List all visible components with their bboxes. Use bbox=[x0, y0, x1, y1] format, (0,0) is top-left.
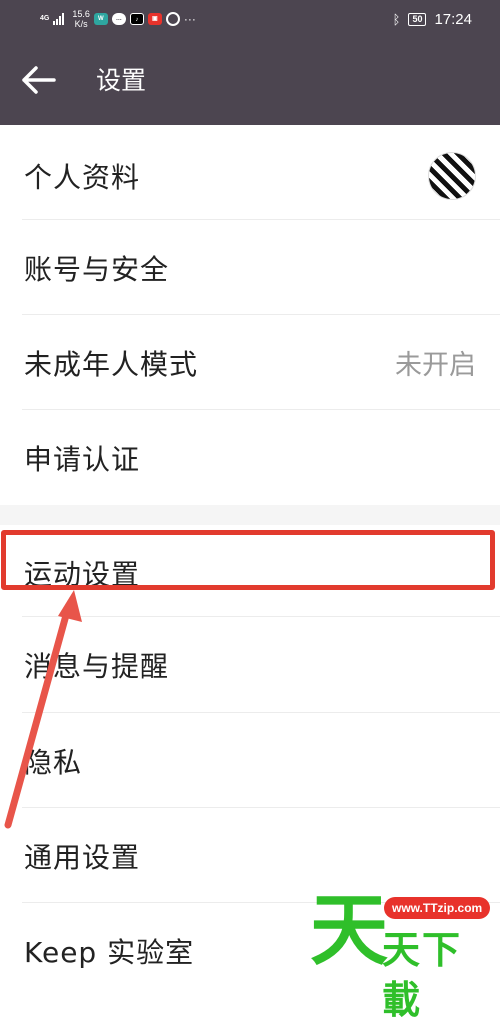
red-app-icon: ▣ bbox=[147, 13, 162, 25]
settings-item-label: 账号与安全 bbox=[24, 252, 170, 286]
title-bar: 设置 bbox=[0, 38, 500, 125]
highlight-box bbox=[1, 530, 495, 590]
watermark-big-char: 天 bbox=[310, 886, 389, 976]
minor-mode-status: 未开启 bbox=[395, 350, 476, 381]
section-gap bbox=[0, 505, 500, 525]
bluetooth-icon: ᛒ bbox=[392, 11, 401, 27]
tiktok-icon: ♪ bbox=[129, 13, 144, 25]
settings-item-label: 未成年人模式 bbox=[24, 347, 199, 381]
more-dots-icon: ··· bbox=[183, 12, 196, 26]
loading-icon bbox=[165, 12, 180, 26]
network-type: 4G bbox=[40, 15, 50, 22]
watermark-text: 天下載 bbox=[382, 928, 463, 1022]
chat-icon: … bbox=[111, 13, 126, 25]
watermark-url: www.TTzip.com bbox=[384, 897, 491, 919]
settings-item-label: 申请认证 bbox=[24, 442, 141, 476]
network-indicator: 4G bbox=[40, 15, 49, 23]
battery-icon: 50 bbox=[408, 12, 427, 26]
back-arrow-icon[interactable] bbox=[20, 63, 58, 97]
annotation-arrow bbox=[4, 590, 82, 829]
status-bar: 4G 15.6 K/s W … ♪ ▣ ··· ᛒ 50 17:24 bbox=[0, 0, 500, 38]
signal-icon bbox=[53, 13, 65, 25]
settings-item-verification[interactable]: 申请认证 bbox=[0, 410, 500, 505]
speed-unit: K/s bbox=[74, 19, 88, 29]
network-speed: 15.6 K/s bbox=[72, 9, 90, 29]
page-title: 设置 bbox=[96, 66, 147, 95]
settings-item-label: 通用设置 bbox=[24, 840, 141, 874]
settings-item-account-security[interactable]: 账号与安全 bbox=[0, 220, 500, 315]
clock: 17:24 bbox=[434, 10, 472, 28]
settings-item-profile[interactable]: 个人资料 bbox=[0, 128, 500, 223]
avatar bbox=[428, 151, 476, 200]
watermark-logo: 天 www.TTzip.com 天下載 bbox=[306, 885, 500, 1022]
speed-value: 15.6 bbox=[72, 9, 90, 19]
settings-item-label: 个人资料 bbox=[24, 160, 141, 194]
wps-icon: W bbox=[93, 13, 108, 25]
settings-item-minor-mode[interactable]: 未成年人模式 未开启 bbox=[0, 315, 500, 410]
